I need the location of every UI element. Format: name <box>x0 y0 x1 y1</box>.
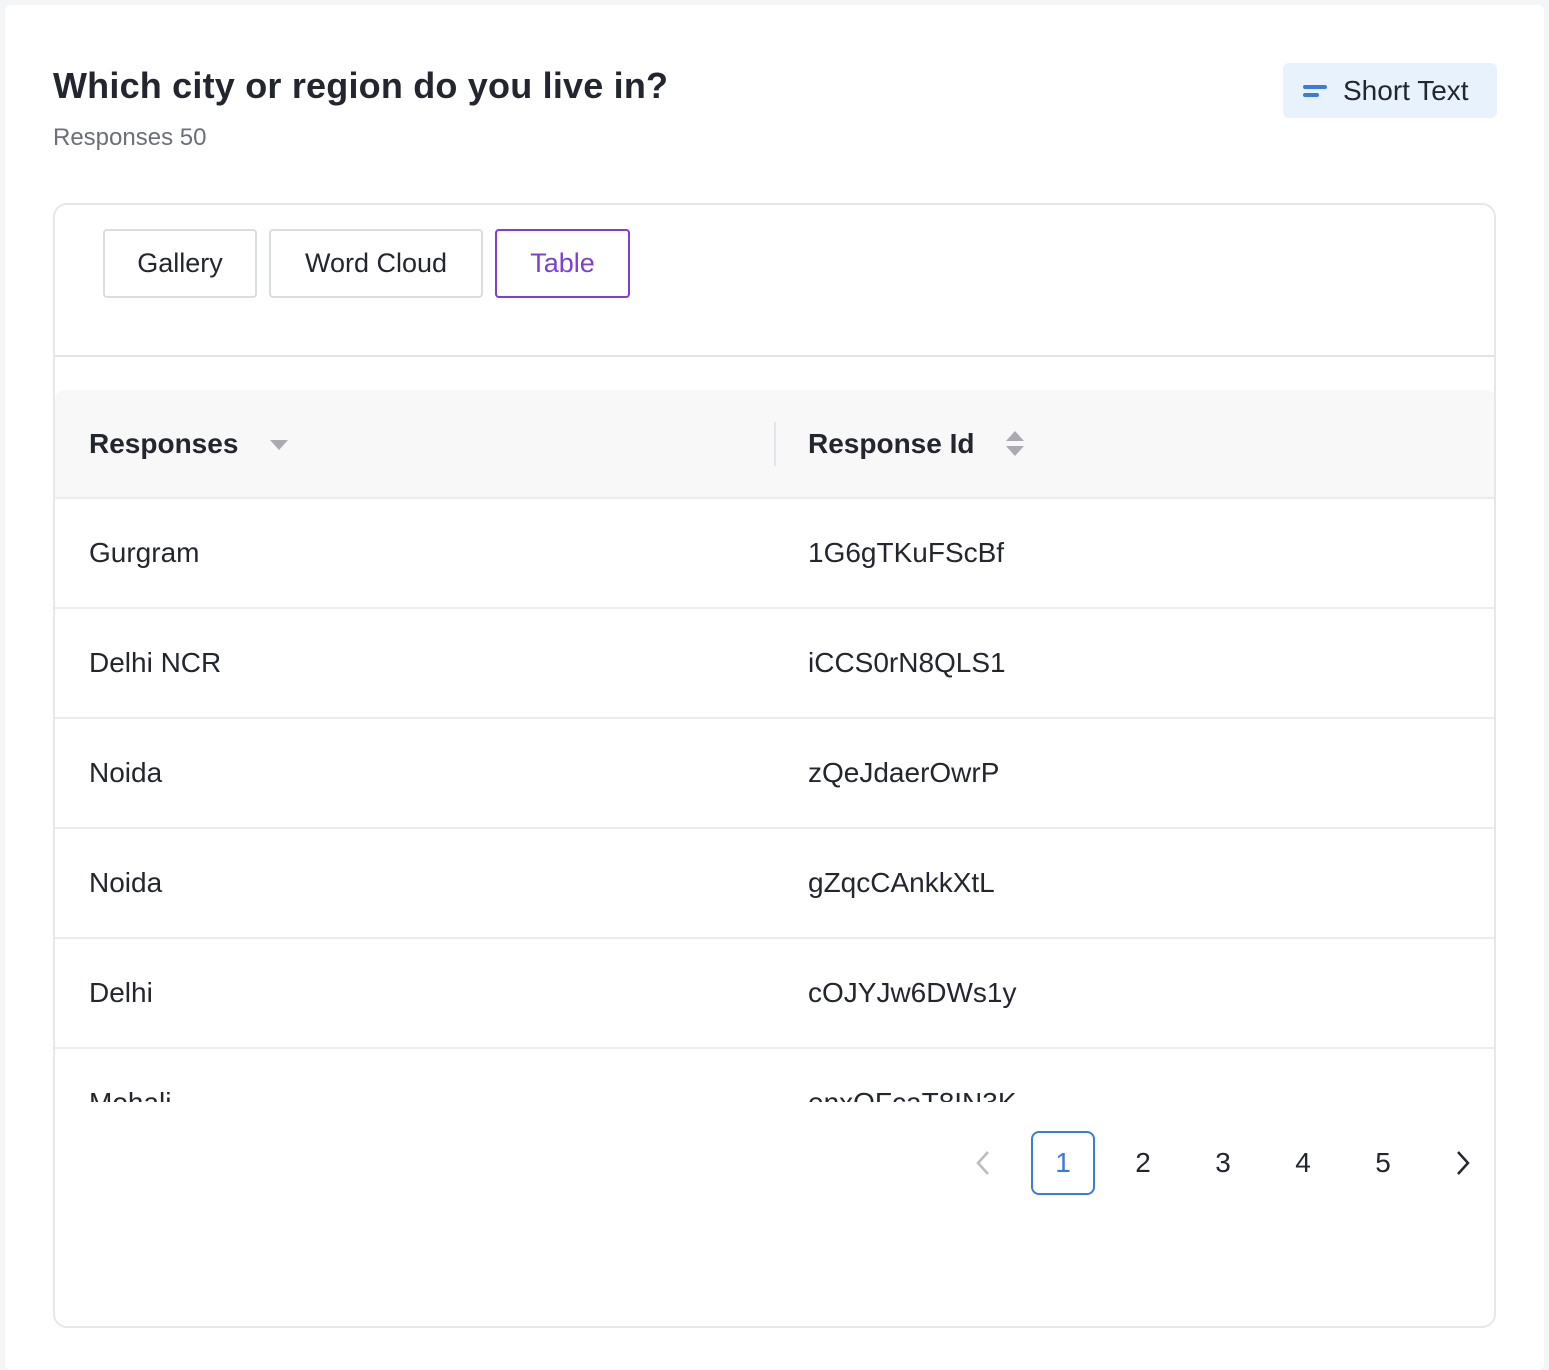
table-row: Noida gZqcCAnkkXtL <box>55 829 1494 939</box>
table-row: Mohali enxOFcaT8IN3K <box>55 1049 1494 1102</box>
filter-caret-down-icon[interactable] <box>270 439 289 450</box>
tab-gallery[interactable]: Gallery <box>103 229 257 298</box>
responses-count: Responses 50 <box>53 124 207 151</box>
page-button-5[interactable]: 5 <box>1351 1131 1415 1195</box>
page-button-2[interactable]: 2 <box>1111 1131 1175 1195</box>
column-header-label: Responses <box>89 427 239 459</box>
response-cell: Noida <box>89 867 163 898</box>
question-type-label: Short Text <box>1343 74 1469 106</box>
response-id-cell: zQeJdaerOwrP <box>808 757 1000 788</box>
column-header-response-id[interactable]: Response Id <box>808 390 1025 497</box>
response-cell: Mohali <box>89 1049 171 1102</box>
question-title: Which city or region do you live in? <box>53 65 669 106</box>
table-header: Responses Response Id <box>55 390 1494 499</box>
response-id-cell: enxOFcaT8IN3K <box>808 1049 1017 1102</box>
table-row: Delhi NCR iCCS0rN8QLS1 <box>55 609 1494 719</box>
response-cell: Delhi <box>89 977 153 1008</box>
chevron-left-icon[interactable] <box>951 1131 1015 1195</box>
sort-icon[interactable] <box>1006 431 1025 456</box>
chevron-right-icon[interactable] <box>1431 1131 1494 1195</box>
response-cell: Gurgram <box>89 537 200 568</box>
response-id-cell: cOJYJw6DWs1y <box>808 977 1017 1008</box>
column-separator <box>774 422 776 466</box>
response-cell: Noida <box>89 757 163 788</box>
response-id-cell: 1G6gTKuFScBf <box>808 537 1005 568</box>
question-card: Which city or region do you live in? Res… <box>5 5 1544 1370</box>
view-tabs: Gallery Word Cloud Table <box>103 229 642 298</box>
page-button-3[interactable]: 3 <box>1191 1131 1255 1195</box>
page-button-4[interactable]: 4 <box>1271 1131 1335 1195</box>
column-header-label: Response Id <box>808 427 975 459</box>
response-id-cell: gZqcCAnkkXtL <box>808 867 995 898</box>
responses-panel: Gallery Word Cloud Table Responses Respo… <box>53 203 1496 1328</box>
response-cell: Delhi NCR <box>89 647 222 678</box>
table-row: Delhi cOJYJw6DWs1y <box>55 939 1494 1049</box>
question-type-badge: Short Text <box>1283 63 1497 118</box>
table-row: Gurgram 1G6gTKuFScBf <box>55 499 1494 609</box>
pagination: 1 2 3 4 5 <box>951 1131 1494 1195</box>
response-id-cell: iCCS0rN8QLS1 <box>808 647 1006 678</box>
table-row: Noida zQeJdaerOwrP <box>55 719 1494 829</box>
responses-table[interactable]: Responses Response Id Gurgram 1G6gTKuFSc… <box>55 390 1494 1102</box>
tab-word-cloud[interactable]: Word Cloud <box>269 229 483 298</box>
page-button-1[interactable]: 1 <box>1031 1131 1095 1195</box>
column-header-responses[interactable]: Responses <box>89 390 289 497</box>
tab-table[interactable]: Table <box>495 229 630 298</box>
tabs-divider <box>55 355 1494 357</box>
short-text-icon <box>1303 83 1327 99</box>
